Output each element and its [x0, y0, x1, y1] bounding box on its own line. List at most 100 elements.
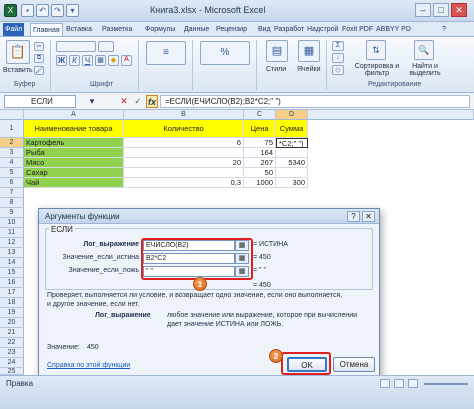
name-box[interactable]: ЕСЛИ [4, 95, 76, 108]
tab-data[interactable]: Данные [182, 23, 211, 36]
cells-icon[interactable]: ▦ [298, 40, 320, 62]
row-header[interactable]: 3 [0, 148, 24, 158]
undo-icon[interactable]: ↶ [36, 4, 49, 17]
sort-filter-button[interactable]: Сортировка и фильтр [352, 63, 402, 77]
row-header[interactable]: 14 [0, 258, 24, 268]
tab-home[interactable]: Главная [30, 23, 63, 36]
row-header[interactable]: 5 [0, 168, 24, 178]
tab-foxit-pdf[interactable]: Foxit PDF [340, 23, 375, 36]
table-cell[interactable]: Сахар [24, 168, 124, 178]
tab-addins[interactable]: Надстрой [305, 23, 340, 36]
font-name-select[interactable] [56, 41, 96, 52]
header-cell-name[interactable]: Наименование товара [24, 120, 124, 138]
table-cell[interactable]: Чай [24, 178, 124, 188]
row-header[interactable]: 11 [0, 228, 24, 238]
formula-input[interactable]: =ЕСЛИ(ЕЧИСЛО(B2);B2*C2;" ") [160, 95, 470, 108]
column-header-a[interactable]: A [24, 110, 124, 120]
paste-icon[interactable]: 📋 [6, 40, 30, 64]
table-cell[interactable] [124, 168, 244, 178]
row-header[interactable]: 2 [0, 138, 24, 148]
maximize-button[interactable]: □ [433, 3, 449, 17]
find-select-icon[interactable]: 🔍 [414, 40, 434, 60]
row-header[interactable]: 10 [0, 218, 24, 228]
help-link[interactable]: Справка по этой функции [47, 361, 130, 370]
autosum-icon[interactable]: Σ [332, 41, 344, 51]
column-header-c[interactable]: C [244, 110, 276, 120]
row-header[interactable]: 4 [0, 158, 24, 168]
page-break-view-icon[interactable] [408, 379, 418, 388]
table-cell[interactable] [276, 168, 308, 178]
page-layout-view-icon[interactable] [394, 379, 404, 388]
cancel-button[interactable]: Отмена [333, 357, 375, 372]
cancel-formula-button[interactable]: ✕ [118, 95, 130, 108]
copy-icon[interactable]: ⧉ [34, 54, 44, 63]
active-cell[interactable]: *C2;" ") [276, 138, 308, 148]
table-cell[interactable]: 164 [244, 148, 276, 158]
row-header[interactable]: 18 [0, 298, 24, 308]
row-header[interactable]: 22 [0, 338, 24, 348]
table-cell[interactable]: Картофель [24, 138, 124, 148]
tab-review[interactable]: Рецензир [214, 23, 249, 36]
row-header[interactable]: 16 [0, 278, 24, 288]
clear-icon[interactable]: ◇ [332, 65, 344, 75]
borders-icon[interactable]: ▦ [95, 55, 106, 66]
tab-page-layout[interactable]: Разметка [100, 23, 134, 36]
redo-icon[interactable]: ↷ [51, 4, 64, 17]
row-header[interactable]: 1 [0, 120, 24, 138]
excel-logo-icon[interactable]: X [4, 4, 17, 17]
save-icon[interactable]: ▪ [21, 4, 34, 17]
paste-button[interactable]: Вставить [3, 67, 33, 74]
table-cell[interactable]: 5340 [276, 158, 308, 168]
cut-icon[interactable]: ✂ [34, 42, 44, 51]
row-header[interactable]: 23 [0, 348, 24, 358]
row-header[interactable]: 19 [0, 308, 24, 318]
table-cell[interactable]: 300 [276, 178, 308, 188]
row-header[interactable]: 8 [0, 198, 24, 208]
font-color-icon[interactable]: A [121, 55, 132, 66]
tab-formulas[interactable]: Формулы [143, 23, 177, 36]
styles-icon[interactable]: ▤ [266, 40, 288, 62]
table-cell[interactable]: Мясо [24, 158, 124, 168]
row-header[interactable]: 6 [0, 178, 24, 188]
help-icon[interactable]: ? [440, 23, 448, 36]
row-header[interactable]: 25 [0, 368, 24, 375]
tab-abbyy-pdf[interactable]: ABBYY PD [374, 23, 413, 36]
row-header[interactable]: 21 [0, 328, 24, 338]
close-button[interactable]: ✕ [451, 3, 467, 17]
zoom-slider[interactable] [424, 383, 468, 385]
underline-icon[interactable]: Ч [82, 55, 93, 66]
number-format-icon[interactable]: % [200, 41, 250, 65]
styles-button[interactable]: Стили [266, 66, 286, 73]
fill-color-icon[interactable]: ◆ [108, 55, 119, 66]
table-cell[interactable]: 6 [124, 138, 244, 148]
italic-icon[interactable]: К [69, 55, 80, 66]
row-header[interactable]: 13 [0, 248, 24, 258]
table-cell[interactable]: 267 [244, 158, 276, 168]
table-cell[interactable]: 1000 [244, 178, 276, 188]
minimize-button[interactable]: – [415, 3, 431, 17]
customize-toolbar-icon[interactable]: ▾ [66, 4, 79, 17]
table-cell[interactable]: 0,3 [124, 178, 244, 188]
tab-developer[interactable]: Разработ [272, 23, 306, 36]
table-cell[interactable]: 50 [244, 168, 276, 178]
find-select-button[interactable]: Найти и выделить [405, 63, 445, 77]
row-header[interactable]: 9 [0, 208, 24, 218]
dialog-help-icon[interactable]: ? [347, 211, 360, 222]
header-cell-price[interactable]: Цена [244, 120, 276, 138]
row-header[interactable]: 15 [0, 268, 24, 278]
tab-view[interactable]: Вид [256, 23, 273, 36]
table-cell[interactable] [276, 148, 308, 158]
row-header[interactable]: 17 [0, 288, 24, 298]
enter-formula-button[interactable]: ✓ [132, 95, 144, 108]
row-header[interactable]: 20 [0, 318, 24, 328]
sort-filter-icon[interactable]: ⇅ [366, 40, 386, 60]
header-cell-sum[interactable]: Сумма [276, 120, 308, 138]
column-header-d[interactable]: D [276, 110, 308, 120]
table-cell[interactable]: 75 [244, 138, 276, 148]
row-header[interactable]: 24 [0, 358, 24, 368]
tab-insert[interactable]: Вставка [64, 23, 94, 36]
tab-file[interactable]: Файл [3, 23, 25, 36]
name-box-dropdown-icon[interactable]: ▾ [86, 95, 98, 108]
ok-button[interactable]: OK [287, 357, 327, 372]
cells-button[interactable]: Ячейки [297, 66, 320, 73]
